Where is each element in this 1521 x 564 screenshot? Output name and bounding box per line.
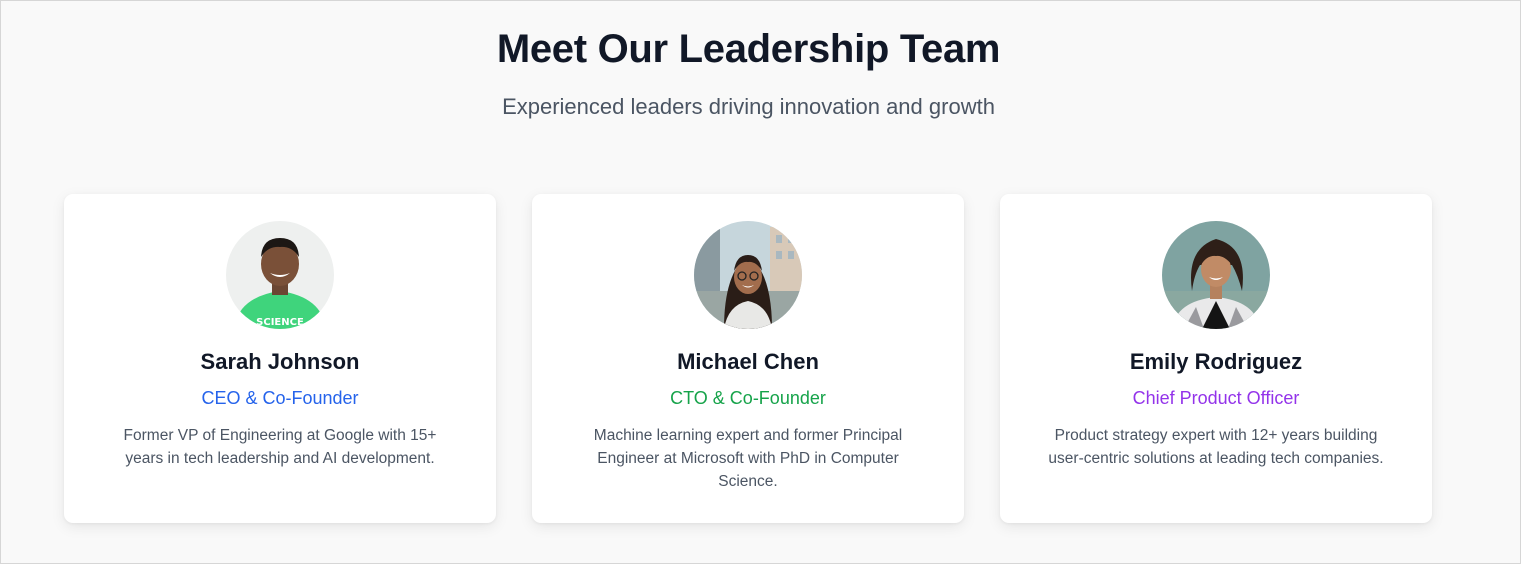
member-bio: Product strategy expert with 12+ years b… — [1048, 427, 1384, 467]
section-subtitle: Experienced leaders driving innovation a… — [502, 94, 995, 119]
member-bio: Former VP of Engineering at Google with … — [123, 427, 437, 467]
member-role: Chief Product Officer — [1132, 388, 1300, 408]
team-card: Emily Rodriguez Chief Product Officer Pr… — [1000, 194, 1432, 523]
team-card: Michael Chen CTO & Co-Founder Machine le… — [532, 194, 964, 523]
member-name: Sarah Johnson — [200, 349, 360, 374]
avatar-photo — [694, 221, 802, 329]
team-card: SCIENCE Sarah Johnson CEO & Co-Founder F… — [64, 194, 496, 523]
section-title: Meet Our Leadership Team — [496, 27, 1001, 71]
member-bio: Machine learning expert and former Princ… — [593, 427, 903, 490]
member-role: CTO & Co-Founder — [670, 388, 826, 408]
team-grid: SCIENCE Sarah Johnson CEO & Co-Founder F… — [64, 194, 1432, 523]
avatar-photo: SCIENCE — [226, 221, 334, 329]
svg-text:SCIENCE: SCIENCE — [256, 317, 304, 328]
avatar-photo — [1162, 221, 1270, 329]
member-role: CEO & Co-Founder — [201, 388, 359, 408]
member-name: Michael Chen — [677, 349, 819, 374]
member-name: Emily Rodriguez — [1129, 349, 1303, 374]
